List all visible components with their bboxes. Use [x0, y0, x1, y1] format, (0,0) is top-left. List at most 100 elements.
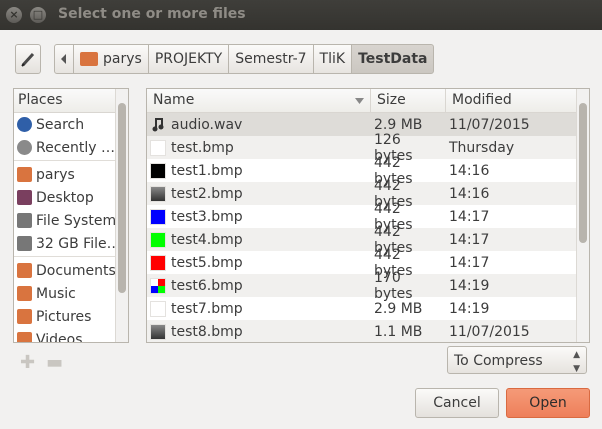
window-title: Select one or more files: [58, 6, 246, 22]
image-thumbnail-icon: [150, 277, 166, 294]
file-modified: 14:16: [449, 185, 490, 202]
places-header[interactable]: Places: [14, 89, 128, 113]
file-modified: 14:16: [449, 162, 490, 179]
column-header-name[interactable]: Name: [147, 89, 371, 112]
places-item[interactable]: Desktop: [14, 186, 128, 209]
music-folder-icon: [17, 286, 32, 301]
file-name-cell: test6.bmp: [147, 277, 367, 294]
image-thumbnail-icon: [150, 231, 166, 248]
file-list: Name Size Modified audio.wav 2.9 MB 11/07/…: [146, 88, 590, 343]
file-modified: 14:19: [449, 300, 490, 317]
title-bar: × □ Select one or more files: [0, 0, 602, 30]
places-item[interactable]: Pictures: [14, 305, 128, 328]
file-size: 1.1 MB: [374, 323, 423, 340]
file-type-filter-select[interactable]: To Compress ▲ ▼: [447, 346, 587, 374]
home-folder-icon: [17, 167, 32, 182]
file-rows: audio.wav 2.9 MB 11/07/2015 test.bmp 126 byt…: [147, 113, 589, 342]
places-separator: [14, 256, 128, 257]
file-row[interactable]: test8.bmp 1.1 MB 11/07/2015: [147, 320, 589, 342]
recent-icon: [17, 140, 32, 155]
open-button[interactable]: Open: [506, 388, 590, 418]
file-row[interactable]: test6.bmp 170 bytes 14:19: [147, 270, 589, 302]
close-icon[interactable]: ×: [6, 7, 22, 23]
image-thumbnail-icon: [150, 300, 166, 317]
breadcrumb-item[interactable]: Semestr-7: [228, 44, 314, 74]
breadcrumb-item-current[interactable]: TestData: [351, 44, 435, 74]
sort-down-icon: [355, 98, 364, 104]
files-scrollbar-thumb[interactable]: [579, 103, 587, 243]
file-modified: 14:17: [449, 254, 490, 271]
places-scrollbar-thumb[interactable]: [118, 103, 126, 293]
breadcrumb-item[interactable]: TliK: [312, 44, 353, 74]
breadcrumb-back-button[interactable]: [54, 44, 74, 74]
file-name-cell: test5.bmp: [147, 254, 367, 271]
file-modified: Thursday: [449, 139, 515, 156]
pencil-icon: [21, 52, 35, 67]
breadcrumb-item[interactable]: PROJEKTY: [147, 44, 230, 74]
column-header-modified[interactable]: Modified: [446, 89, 589, 112]
breadcrumb-item-home[interactable]: parys: [73, 44, 149, 74]
videos-folder-icon: [17, 332, 32, 342]
file-size: 2.9 MB: [374, 116, 423, 133]
places-item[interactable]: Videos: [14, 328, 128, 342]
file-name-cell: test3.bmp: [147, 208, 367, 225]
places-separator: [14, 160, 128, 161]
cancel-button[interactable]: Cancel: [415, 388, 499, 418]
file-name: test8.bmp: [171, 323, 243, 340]
image-thumbnail-icon: [150, 139, 166, 156]
column-header-size[interactable]: Size: [371, 89, 446, 112]
file-name: test7.bmp: [171, 300, 243, 317]
audio-file-icon: [152, 117, 164, 131]
file-name: test2.bmp: [171, 185, 243, 202]
remove-bookmark-button[interactable]: ▬: [46, 352, 63, 373]
file-name-cell: test2.bmp: [147, 185, 367, 202]
file-name: test4.bmp: [171, 231, 243, 248]
breadcrumb: parys PROJEKTY Semestr-7 TliK TestData: [54, 44, 435, 74]
files-scrollbar[interactable]: [576, 89, 589, 342]
file-modified: 11/07/2015: [449, 323, 530, 340]
places-item[interactable]: Music: [14, 282, 128, 305]
places-item[interactable]: File System: [14, 209, 128, 232]
image-thumbnail-icon: [150, 185, 166, 202]
image-thumbnail-icon: [150, 323, 166, 340]
file-name-cell: test.bmp: [147, 139, 367, 156]
desktop-icon: [17, 190, 32, 205]
file-size: 170 bytes: [374, 269, 413, 302]
file-name: test5.bmp: [171, 254, 243, 271]
maximize-icon[interactable]: □: [30, 7, 46, 23]
drive-icon: [17, 213, 32, 228]
chevron-left-icon: [61, 54, 66, 64]
folder-icon: [17, 263, 32, 278]
file-name: test3.bmp: [171, 208, 243, 225]
file-size: 2.9 MB: [374, 300, 423, 317]
file-name: audio.wav: [171, 116, 243, 133]
updown-arrows-icon: ▲ ▼: [573, 350, 580, 374]
image-thumbnail-icon: [150, 254, 166, 271]
file-name-cell: audio.wav: [147, 117, 367, 133]
places-item[interactable]: Documents: [14, 259, 128, 282]
file-name-cell: test7.bmp: [147, 300, 367, 317]
places-list: Search Recently … parys Desktop File System 3…: [14, 113, 128, 342]
home-folder-icon: [80, 52, 98, 66]
image-thumbnail-icon: [150, 162, 166, 179]
file-name: test.bmp: [171, 139, 234, 156]
file-name-cell: test8.bmp: [147, 323, 367, 340]
search-icon: [17, 117, 32, 132]
add-bookmark-button[interactable]: ✚: [20, 352, 35, 373]
places-scrollbar[interactable]: [115, 89, 128, 342]
places-item[interactable]: parys: [14, 163, 128, 186]
file-modified: 14:17: [449, 208, 490, 225]
edit-location-button[interactable]: [15, 44, 41, 74]
places-panel: Places Search Recently … parys Desktop File …: [13, 88, 129, 343]
places-item[interactable]: 32 GB File…: [14, 232, 128, 255]
places-item[interactable]: Search: [14, 113, 128, 136]
file-name-cell: test4.bmp: [147, 231, 367, 248]
file-modified: 14:17: [449, 231, 490, 248]
file-modified: 11/07/2015: [449, 116, 530, 133]
file-row[interactable]: test7.bmp 2.9 MB 14:19: [147, 297, 589, 320]
file-name: test6.bmp: [171, 277, 243, 294]
pictures-folder-icon: [17, 309, 32, 324]
drive-icon: [17, 236, 32, 251]
image-thumbnail-icon: [150, 208, 166, 225]
places-item[interactable]: Recently …: [14, 136, 128, 159]
